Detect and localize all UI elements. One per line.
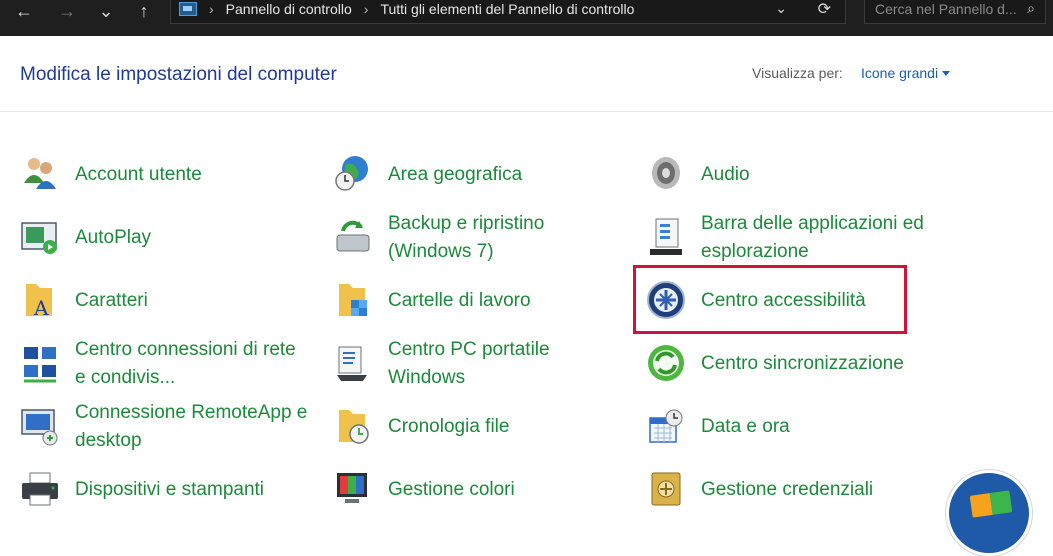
arrow-up-icon: ↑ <box>139 0 149 21</box>
title-address-bar: ← → ⌄ ↑ › Pannello di controllo › Tutti … <box>0 0 1053 36</box>
item-label-line2: Windows <box>388 367 466 388</box>
view-by-label: Visualizza per: <box>752 65 843 81</box>
item-label: Cronologia file <box>388 416 510 437</box>
item-label: Gestione credenziali <box>701 479 874 500</box>
overlay-logo-badge <box>946 470 1032 556</box>
item-label: Gestione colori <box>388 479 515 500</box>
arrow-left-icon: ← <box>15 0 33 21</box>
back-button[interactable]: ← <box>10 0 38 22</box>
users-icon <box>24 158 56 189</box>
work-folders-icon <box>339 284 367 316</box>
item-label: Area geografica <box>388 164 523 185</box>
item-label: Audio <box>701 164 750 185</box>
highlight-box <box>633 265 907 334</box>
arrow-right-icon: → <box>58 0 76 21</box>
search-placeholder: Cerca nel Pannello d... <box>875 1 1017 17</box>
item-label: Barra delle applicazioni ed <box>701 213 924 234</box>
printer-icon <box>22 472 58 506</box>
caret-down-icon <box>942 71 951 76</box>
network-icon <box>24 347 56 383</box>
breadcrumb-separator: › <box>363 1 369 17</box>
item-label: Centro PC portatile <box>388 339 550 360</box>
item-label: Centro sincronizzazione <box>701 353 904 374</box>
address-dropdown-icon[interactable]: ⌄ <box>775 0 787 17</box>
item-label: Backup e ripristino <box>388 213 545 234</box>
breadcrumb-separator: › <box>209 1 214 17</box>
chevron-down-icon: ⌄ <box>98 0 114 21</box>
item-label: Cartelle di lavoro <box>388 290 531 311</box>
sync-icon <box>648 345 684 381</box>
item-label: Dispositivi e stampanti <box>75 479 265 500</box>
credential-vault-icon <box>651 472 681 506</box>
backup-icon <box>336 220 370 252</box>
view-by-value: Icone grandi <box>861 65 939 81</box>
view-by-dropdown[interactable]: Icone grandi <box>861 65 951 81</box>
item-label: AutoPlay <box>75 227 152 248</box>
calendar-clock-icon <box>649 409 683 443</box>
color-management-icon <box>337 473 367 503</box>
control-panel-items: Account utente Area geografica Audio Aut… <box>0 112 1053 520</box>
item-label: Centro connessioni di rete <box>75 339 296 360</box>
taskbar-icon <box>650 218 682 255</box>
forward-button[interactable]: → <box>53 0 81 22</box>
autoplay-icon <box>21 222 57 254</box>
content-header: Modifica le impostazioni del computer Vi… <box>0 36 1053 112</box>
breadcrumb-control-panel[interactable]: Pannello di controllo <box>226 1 352 17</box>
recent-locations-button[interactable]: ⌄ <box>92 0 120 22</box>
item-label: Data e ora <box>701 416 790 437</box>
page-title: Modifica le impostazioni del computer <box>20 64 337 85</box>
item-label: Account utente <box>75 164 202 185</box>
control-panel-icon <box>179 2 197 16</box>
logo-mark <box>969 490 1013 518</box>
item-label: Caratteri <box>75 290 148 311</box>
remoteapp-icon <box>21 409 58 446</box>
item-label: Connessione RemoteApp e <box>75 402 308 423</box>
svg-text:A: A <box>33 296 49 320</box>
item-label-line2: esplorazione <box>701 241 809 262</box>
item-label-line2: desktop <box>75 430 142 451</box>
globe-clock-icon <box>335 156 368 191</box>
up-button[interactable]: ↑ <box>130 0 158 22</box>
item-label-line2: e condivis... <box>75 367 176 388</box>
fonts-folder-icon: A <box>26 284 52 320</box>
speaker-icon <box>652 157 680 189</box>
address-bar[interactable]: › Pannello di controllo › Tutti gli elem… <box>170 0 846 24</box>
mobility-icon <box>337 346 367 381</box>
item-label-line2: (Windows 7) <box>388 241 494 262</box>
refresh-icon[interactable]: ⟳ <box>818 0 831 19</box>
file-history-icon <box>339 410 369 444</box>
search-icon[interactable]: ⌕ <box>1027 0 1035 17</box>
search-input[interactable]: Cerca nel Pannello d... ⌕ <box>864 0 1046 24</box>
breadcrumb-all-items[interactable]: Tutti gli elementi del Pannello di contr… <box>380 1 634 17</box>
